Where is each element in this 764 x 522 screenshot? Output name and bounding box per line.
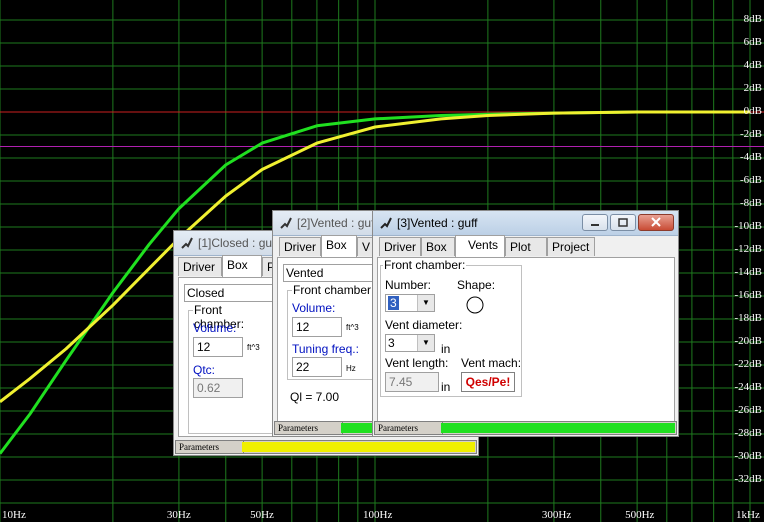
tuning-field[interactable]: 22 [292,357,342,377]
tab-vents[interactable]: Vents [455,235,505,257]
volume-unit: ft^3 [346,323,359,332]
front-chamber-group: Front chamber: Volume: 12 ft^3 Qtc: 0.62 [188,303,274,434]
chevron-down-icon[interactable]: ▼ [417,295,434,311]
qtc-field: 0.62 [193,378,243,398]
status-label: Parameters [375,422,443,434]
qtc-label: Qtc: [193,363,216,377]
number-label: Number: [385,278,432,292]
y-tick-label: -22dB [734,358,763,370]
minimize-button[interactable] [582,214,608,231]
shape-label: Shape: [457,278,496,292]
y-tick-label: 6dB [743,36,762,48]
window-title: [3]Vented : guff [397,216,478,230]
y-tick-label: -2dB [740,128,762,140]
title-bar[interactable]: [3]Vented : guff [373,211,678,236]
y-tick-label: -16dB [734,289,763,301]
window-title: [1]Closed : guff [198,236,279,250]
tab-box[interactable]: Box [222,255,262,277]
maximize-icon [618,218,628,227]
close-icon [651,217,661,227]
y-tick-label: -20dB [734,335,763,347]
status-bar: Parameters [374,421,677,435]
vented-box-window-3[interactable]: [3]Vented : guff Driver Box Vents Plot P… [372,210,679,437]
x-tick-label: 30Hz [166,509,191,521]
y-tick-label: 8dB [743,13,762,25]
y-tick-label: -12dB [734,243,763,255]
tab-panel: Vented Front chamber: Volume: 12 ft^3 Tu… [277,257,387,422]
maximize-button[interactable] [610,214,636,231]
x-tick-label: 10Hz [2,509,26,521]
vent-diameter-select[interactable]: 3 ▼ [385,334,435,352]
chevron-down-icon[interactable]: ▼ [417,335,434,351]
alignment-select[interactable]: Vented [283,264,379,282]
status-bar: Parameters [274,421,386,435]
y-tick-label: 4dB [743,59,762,71]
vent-shape-circle-icon[interactable] [465,295,485,315]
status-label: Parameters [176,441,244,453]
status-color-bar [242,442,475,452]
window-title: [2]Vented : guff [297,216,378,230]
vent-mach-button[interactable]: Qes/Pe! [461,372,515,392]
y-tick-label: -14dB [734,266,763,278]
y-tick-label: -18dB [734,312,763,324]
volume-unit: ft^3 [247,343,260,352]
vent-length-field: 7.45 [385,372,439,392]
speaker-app-icon [380,217,392,229]
y-tick-label: -32dB [734,473,763,485]
front-chamber-group: Front chamber: Number: 3 ▼ Shape: Vent d… [380,258,522,397]
tab-driver[interactable]: Driver [379,237,421,256]
tab-driver[interactable]: Driver [178,257,222,276]
length-label: Vent length: [385,356,449,370]
tuning-label: Tuning freq.: [292,342,359,356]
status-bar: Parameters [175,440,477,454]
speaker-app-icon [280,217,292,229]
diameter-unit: in [441,342,451,356]
group-label: Front chamber: [292,283,376,297]
close-button[interactable] [638,214,674,231]
y-tick-label: -28dB [734,427,763,439]
vented-box-window-2[interactable]: [2]Vented : guff Driver Box V Vented Fro… [272,210,388,437]
alignment-select[interactable]: Closed [184,284,274,302]
y-tick-label: -8dB [740,197,762,209]
tab-plot[interactable]: Plot [505,237,547,256]
x-tick-label: 500Hz [625,509,655,521]
tuning-unit: Hz [346,364,356,373]
x-tick-label: 1kHz [736,509,760,521]
y-tick-label: -26dB [734,404,763,416]
front-chamber-group: Front chamber: Volume: 12 ft^3 Tuning fr… [287,283,377,380]
y-tick-label: -6dB [740,174,762,186]
speaker-app-icon [181,237,193,249]
diameter-label: Vent diameter: [385,318,463,332]
vent-diameter-value: 3 [388,336,395,350]
vent-number-value: 3 [388,296,399,310]
volume-label: Volume: [292,301,336,315]
y-tick-label: 0dB [743,105,762,117]
group-label: Front chamber: [383,258,467,272]
mach-label: Vent mach: [461,356,522,370]
x-tick-label: 100Hz [363,509,393,521]
length-unit: in [441,380,451,394]
ql-readout: Ql = 7.00 [290,390,340,404]
tab-box[interactable]: Box [421,237,455,256]
tab-driver[interactable]: Driver [279,237,321,256]
x-tick-label: 300Hz [541,509,572,521]
y-tick-label: -30dB [734,450,763,462]
volume-label: Volume: [193,321,237,335]
y-tick-label: 2dB [743,82,762,94]
volume-field[interactable]: 12 [292,317,342,337]
tab-box[interactable]: Box [321,235,357,257]
title-bar[interactable]: [2]Vented : guff [273,211,387,236]
x-tick-label: 50Hz [250,509,274,521]
status-label: Parameters [275,422,343,434]
tab-panel: Front chamber: Number: 3 ▼ Shape: Vent d… [377,257,675,422]
y-tick-label: -24dB [734,381,763,393]
volume-field[interactable]: 12 [193,337,243,357]
minimize-icon [591,224,599,226]
y-tick-label: -10dB [734,220,763,232]
tab-project[interactable]: Project [547,237,595,256]
y-tick-label: -4dB [740,151,762,163]
status-color-bar [441,423,675,433]
vent-number-select[interactable]: 3 ▼ [385,294,435,312]
